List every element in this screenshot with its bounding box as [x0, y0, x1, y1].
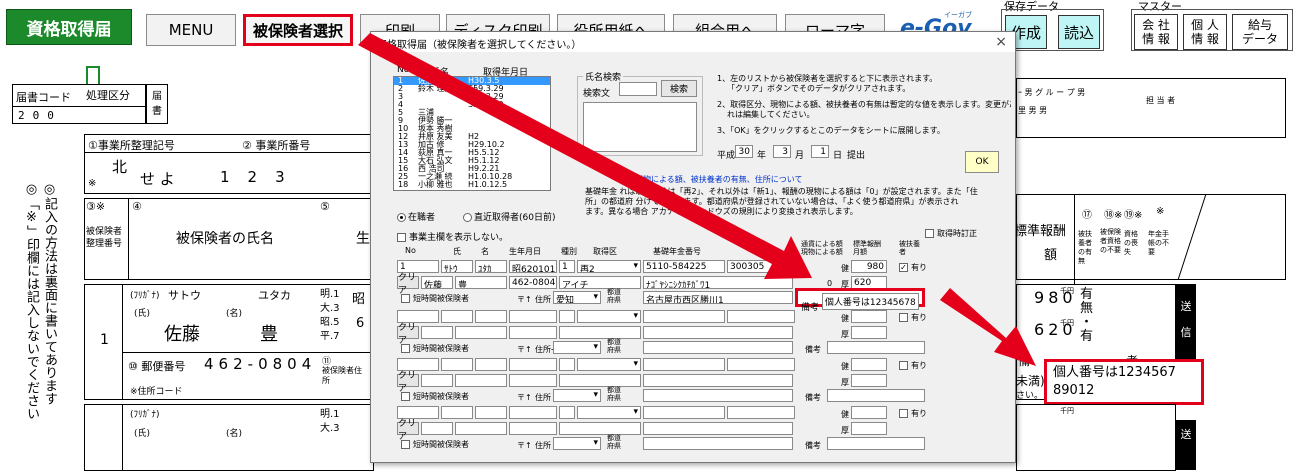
annotation-arrows	[358, 33, 1036, 366]
red-arrow-icon	[358, 33, 1036, 366]
